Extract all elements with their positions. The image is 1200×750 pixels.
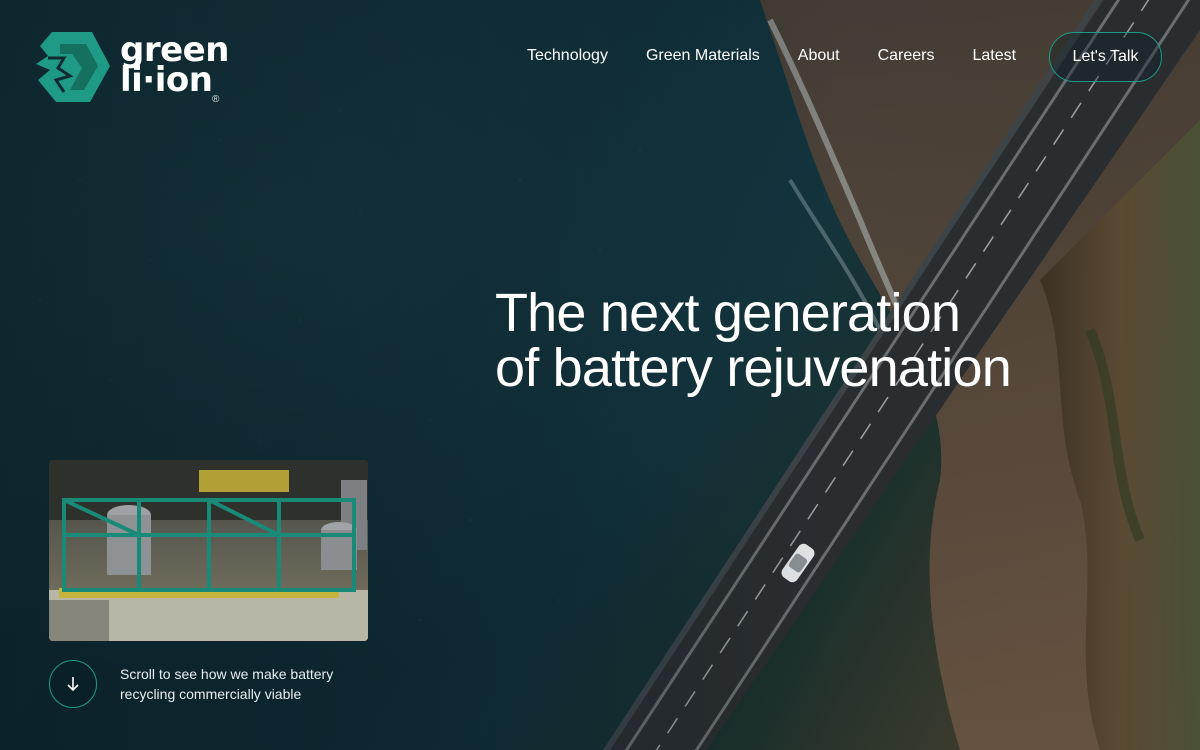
nav-item-latest[interactable]: Latest — [973, 46, 1017, 66]
nav-item-green-materials[interactable]: Green Materials — [646, 46, 760, 66]
brand-logo[interactable]: green li·ion ® — [30, 30, 229, 106]
hero-headline-line1: The next generation — [495, 283, 961, 343]
registered-mark: ® — [212, 94, 220, 105]
lion-logo-icon — [36, 32, 110, 102]
scroll-down-button[interactable] — [49, 660, 97, 708]
lets-talk-button[interactable]: Let's Talk — [1049, 32, 1162, 82]
brand-wordmark: green li·ion — [120, 33, 229, 100]
hero-headline: The next generation of battery rejuvenat… — [495, 283, 1012, 398]
scroll-hint-text: Scroll to see how we make battery recycl… — [120, 666, 334, 702]
nav-item-about[interactable]: About — [798, 46, 840, 66]
brand-name-line2: li·ion — [120, 60, 213, 100]
hero-headline-line2: of battery rejuvenation — [495, 338, 1012, 398]
factory-video-thumbnail[interactable] — [49, 460, 368, 641]
nav-item-careers[interactable]: Careers — [878, 46, 935, 66]
main-nav: Technology Green Materials About Careers… — [527, 46, 1016, 66]
nav-item-technology[interactable]: Technology — [527, 46, 608, 66]
arrow-down-icon — [67, 677, 79, 692]
